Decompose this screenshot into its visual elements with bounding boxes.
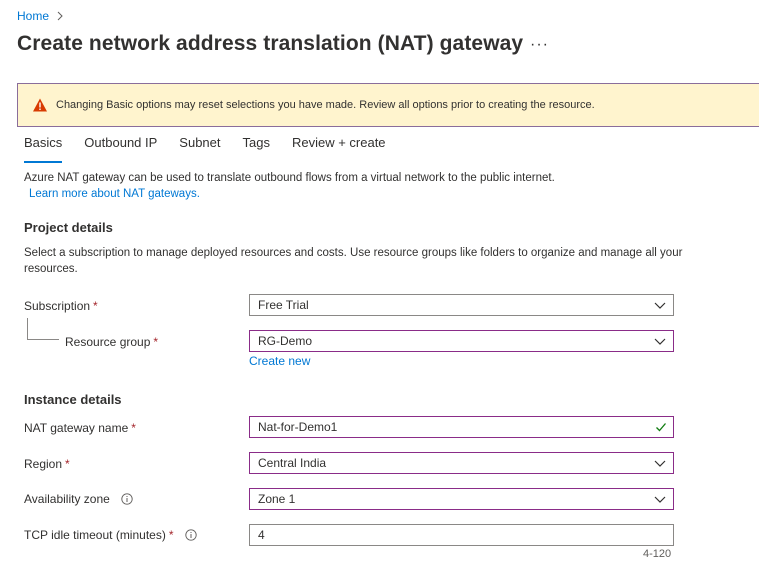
resource-group-value: RG-Demo <box>258 334 313 348</box>
page-title: Create network address translation (NAT)… <box>17 32 524 55</box>
subscription-label-text: Subscription <box>24 299 91 313</box>
region-value: Central India <box>258 456 327 470</box>
chevron-right-icon <box>57 11 63 21</box>
subscription-dropdown[interactable]: Free Trial <box>249 294 674 316</box>
project-details-heading: Project details <box>24 220 113 235</box>
nat-gateway-name-input[interactable]: Nat-for-Demo1 <box>249 416 674 438</box>
tcp-idle-timeout-value: 4 <box>258 528 265 542</box>
warning-icon <box>33 98 47 112</box>
subscription-label: Subscription * <box>24 299 98 313</box>
more-options-button[interactable]: ··· <box>530 36 549 54</box>
tcp-idle-timeout-range-hint: 4-120 <box>643 548 672 560</box>
tab-review-create[interactable]: Review + create <box>292 133 386 159</box>
required-marker: * <box>65 457 70 471</box>
tcp-idle-timeout-label: TCP idle timeout (minutes) * <box>24 528 197 542</box>
checkmark-icon <box>656 423 666 432</box>
region-label-text: Region <box>24 457 63 471</box>
tab-tags[interactable]: Tags <box>243 133 270 159</box>
tab-bar: Basics Outbound IP Subnet Tags Review + … <box>24 133 408 163</box>
tab-subnet[interactable]: Subnet <box>179 133 220 159</box>
instance-details-heading: Instance details <box>24 392 122 407</box>
project-details-description: Select a subscription to manage deployed… <box>24 247 683 275</box>
availability-zone-label: Availability zone <box>24 492 133 506</box>
breadcrumb-home-link[interactable]: Home <box>17 9 49 23</box>
availability-zone-label-text: Availability zone <box>24 492 110 506</box>
tab-basics[interactable]: Basics <box>24 133 63 163</box>
chevron-down-icon <box>654 338 666 345</box>
resource-group-dropdown[interactable]: RG-Demo <box>249 330 674 352</box>
region-dropdown[interactable]: Central India <box>249 452 674 474</box>
nat-gateway-name-label: NAT gateway name * <box>24 421 136 435</box>
intro-text: Azure NAT gateway can be used to transla… <box>24 172 555 184</box>
resource-group-label-text: Resource group <box>65 335 151 349</box>
required-marker: * <box>168 528 174 542</box>
region-label: Region * <box>24 457 70 471</box>
resource-group-label: Resource group * <box>65 335 158 349</box>
tab-outbound-ip[interactable]: Outbound IP <box>84 133 157 159</box>
chevron-down-icon <box>654 302 666 309</box>
required-marker: * <box>153 335 159 349</box>
required-marker: * <box>131 421 136 435</box>
tcp-idle-timeout-label-text: TCP idle timeout (minutes) <box>24 528 166 542</box>
nat-gateway-name-value: Nat-for-Demo1 <box>258 420 338 434</box>
info-icon[interactable] <box>185 529 197 541</box>
availability-zone-dropdown[interactable]: Zone 1 <box>249 488 674 510</box>
chevron-down-icon <box>654 460 666 467</box>
required-marker: * <box>93 299 98 313</box>
breadcrumb: Home <box>17 9 65 23</box>
warning-text: Changing Basic options may reset selecti… <box>56 99 595 111</box>
chevron-down-icon <box>654 496 666 503</box>
tree-connector <box>27 318 59 340</box>
intro-description: Azure NAT gateway can be used to transla… <box>24 170 555 202</box>
availability-zone-value: Zone 1 <box>258 492 296 506</box>
tcp-idle-timeout-input[interactable]: 4 <box>249 524 674 546</box>
learn-more-link[interactable]: Learn more about NAT gateways. <box>29 186 555 202</box>
nat-gateway-name-label-text: NAT gateway name <box>24 421 129 435</box>
info-icon[interactable] <box>121 493 133 505</box>
subscription-value: Free Trial <box>258 298 309 312</box>
create-new-resource-group-link[interactable]: Create new <box>249 354 310 368</box>
warning-banner: Changing Basic options may reset selecti… <box>17 83 759 127</box>
